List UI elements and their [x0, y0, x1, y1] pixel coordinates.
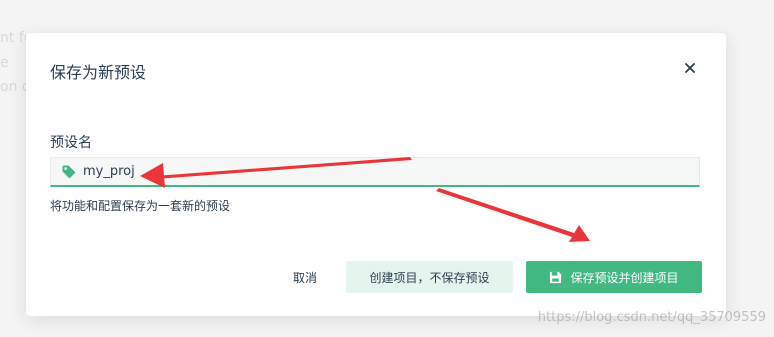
- save-icon: [550, 271, 562, 283]
- preset-name-label: 预设名: [50, 135, 92, 151]
- create-without-saving-button[interactable]: 创建项目，不保存预设: [346, 261, 513, 293]
- preset-hint: 将功能和配置保存为一套新的预设: [50, 199, 231, 213]
- preset-name-field[interactable]: [50, 157, 700, 187]
- save-and-create-label: 保存预设并创建项目: [570, 270, 679, 285]
- background-line: e: [0, 55, 9, 71]
- dialog-title: 保存为新预设: [50, 63, 147, 82]
- cancel-button[interactable]: 取消: [277, 261, 333, 293]
- close-button[interactable]: [682, 60, 698, 76]
- save-preset-dialog: 保存为新预设 预设名 将功能和配置保存为一套新的预设 取消 创建项目，不保存预设…: [26, 33, 726, 316]
- preset-name-input[interactable]: [83, 164, 643, 179]
- save-and-create-button[interactable]: 保存预设并创建项目: [526, 261, 702, 293]
- watermark: https://blog.csdn.net/qq_35709559: [537, 310, 766, 325]
- close-icon: [685, 63, 695, 73]
- tag-icon: [62, 165, 76, 178]
